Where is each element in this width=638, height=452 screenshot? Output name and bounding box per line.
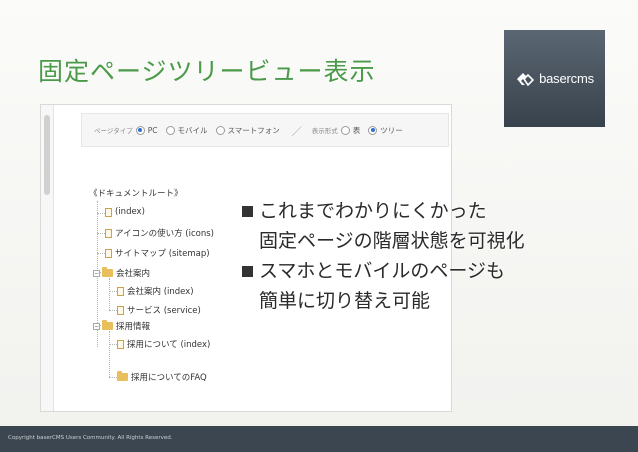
document-icon (117, 339, 124, 349)
tree-item-company[interactable]: − 会社案内 (93, 267, 150, 279)
slide-title: 固定ページツリービュー表示 (38, 57, 376, 86)
view-option-tree[interactable]: ツリー (368, 125, 403, 136)
toolbar-separator: ／ (291, 126, 302, 138)
footer-bar: Copyright baserCMS Users Community. All … (0, 426, 638, 452)
basercms-logo-icon (517, 72, 535, 86)
document-icon (105, 228, 112, 238)
radio-selected-icon[interactable] (135, 125, 145, 135)
radio-icon[interactable] (165, 125, 175, 135)
tree-item-recruit[interactable]: − 採用情報 (93, 320, 150, 332)
tree-item-sitemap[interactable]: サイトマップ (sitemap) (105, 247, 210, 259)
basercms-logo: basercms (504, 30, 605, 127)
document-icon (117, 305, 124, 315)
page-type-label: ページタイプ (94, 127, 133, 135)
radio-icon[interactable] (215, 125, 225, 135)
bullet-list: これまでわかりにくかった 固定ページの階層状態を可視化 スマホとモバイルのページ… (242, 196, 525, 316)
scroll-thumb[interactable] (44, 115, 50, 195)
collapse-icon[interactable]: − (93, 269, 100, 277)
bullet-item-continued: 簡単に切り替え可能 (259, 290, 431, 312)
page-type-toolbar: ページタイプ PC モバイル スマートフォン ／ 表示形式 表 ツリー (81, 113, 449, 147)
view-option-table[interactable]: 表 (340, 125, 360, 136)
logo-text: basercms (539, 71, 594, 86)
tree-item-service[interactable]: サービス (service) (117, 304, 201, 316)
collapse-icon[interactable]: − (93, 322, 100, 330)
tree-item-recruit-index[interactable]: 採用について (index) (117, 338, 210, 350)
scrollbar[interactable] (41, 105, 54, 411)
document-icon (117, 286, 124, 296)
bullet-item-continued: 固定ページの階層状態を可視化 (259, 230, 525, 252)
page-type-option-smartphone[interactable]: スマートフォン (215, 125, 280, 136)
bullet-square-icon (242, 266, 253, 277)
bullet-item: スマホとモバイルのページも (242, 256, 525, 286)
radio-icon[interactable] (340, 125, 350, 135)
tree-item-company-index[interactable]: 会社案内 (index) (117, 285, 194, 297)
radio-selected-icon[interactable] (368, 125, 378, 135)
tree-item-icons[interactable]: アイコンの使い方 (icons) (105, 227, 214, 239)
bullet-square-icon (242, 206, 253, 217)
page-type-option-pc[interactable]: PC (135, 125, 158, 135)
tree-root[interactable]: 《ドキュメントルート》 (89, 187, 183, 199)
folder-icon (117, 371, 128, 381)
folder-icon (102, 320, 113, 330)
view-label: 表示形式 (311, 127, 338, 135)
document-icon (105, 207, 112, 217)
tree-item-index[interactable]: (index) (105, 207, 145, 217)
bullet-item: これまでわかりにくかった (242, 196, 525, 226)
page-type-option-mobile[interactable]: モバイル (165, 125, 208, 136)
copyright-text: Copyright baserCMS Users Community. All … (8, 435, 173, 441)
folder-icon (102, 267, 113, 277)
document-icon (105, 248, 112, 258)
tree-item-recruit-faq[interactable]: 採用についてのFAQ (117, 371, 207, 383)
